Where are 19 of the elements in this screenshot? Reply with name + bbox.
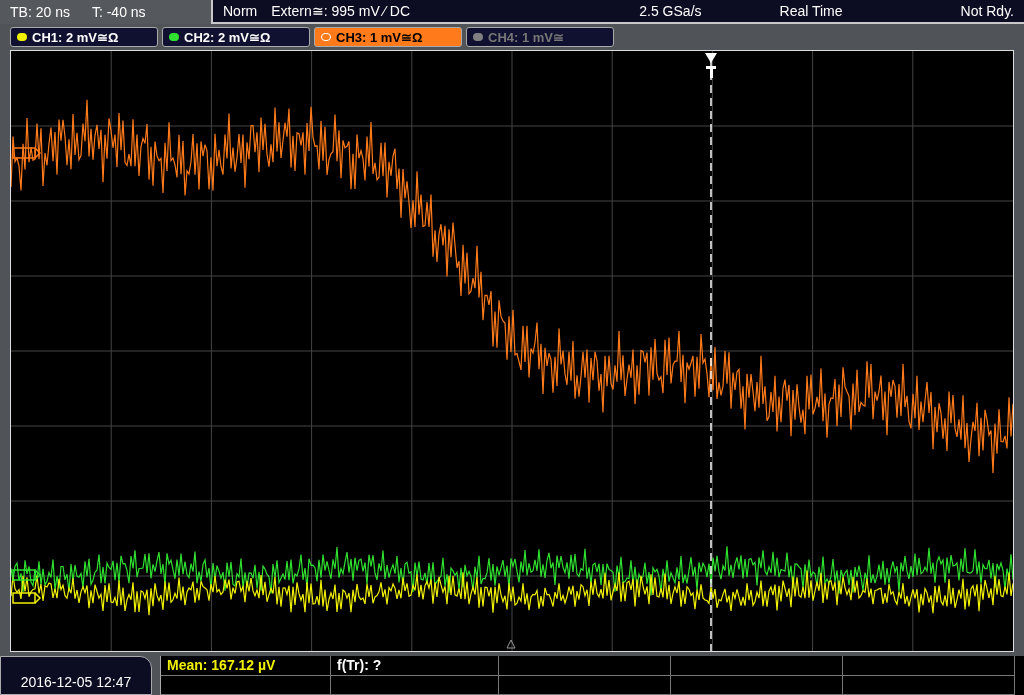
channel-marker-icon: [12, 147, 42, 159]
channel-tab[interactable]: CH2: 2 mV≅Ω: [162, 27, 310, 47]
channel-marker-icon: [12, 569, 42, 581]
acquisition-label: Real Time: [779, 3, 843, 19]
channel-tab[interactable]: CH3: 1 mV≅Ω: [314, 27, 462, 47]
timebase-label: TB: 20 ns: [10, 4, 70, 20]
trigger-marker-icon: [705, 53, 717, 78]
sample-rate-label: 2.5 GSa/s: [639, 3, 702, 19]
trigger-offset-label: T: -40 ns: [91, 4, 146, 20]
mode-label: Norm: [223, 3, 258, 19]
channel-tab[interactable]: CH4: 1 mV≅: [466, 27, 614, 47]
measurement-cell: Mean: 167.12 µV: [161, 656, 331, 676]
datetime-label: 2016-12-05 12:47: [20, 674, 132, 690]
channel-tab[interactable]: CH1: 2 mV≅Ω: [10, 27, 158, 47]
center-marker-icon: [506, 639, 516, 649]
channel-marker-icon: [12, 592, 42, 604]
trigger-source-label: Extern≅: 995 mV ⁄ DC: [271, 3, 411, 19]
state-label: Not Rdy.: [960, 3, 1014, 19]
measurement-cell: f(Tr): ?: [331, 656, 499, 676]
